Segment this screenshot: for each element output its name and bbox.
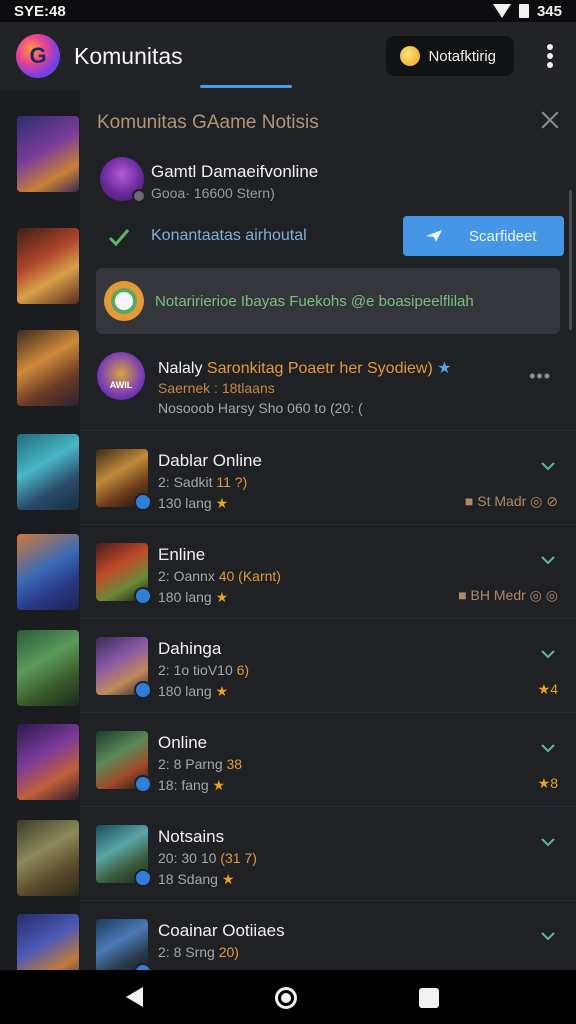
community-rail bbox=[0, 90, 80, 990]
item-meta: ■ BH Medr ◎ ◎ bbox=[458, 587, 558, 603]
item-title: Dahinga bbox=[158, 639, 222, 658]
notification-button[interactable]: Notafktirig bbox=[386, 36, 514, 76]
status-time: SYE:48 bbox=[14, 2, 66, 20]
battery-icon bbox=[518, 4, 529, 18]
item-line-2: 20: 30 10 (31 7) bbox=[158, 850, 257, 866]
rail-avatar[interactable] bbox=[17, 630, 79, 706]
verified-icon bbox=[134, 681, 152, 699]
item-title: Enline bbox=[158, 545, 206, 564]
avatar bbox=[100, 157, 146, 203]
item-title: Dablar Online bbox=[158, 451, 262, 470]
star-icon: ★ bbox=[437, 360, 452, 377]
scrollbar[interactable] bbox=[569, 190, 572, 330]
item-thumbnail bbox=[96, 731, 152, 793]
chevron-down-icon[interactable] bbox=[540, 743, 556, 753]
item-meta: ★4 bbox=[537, 681, 558, 697]
rail-avatar[interactable] bbox=[17, 534, 79, 610]
item-line-3: 180 lang ★ bbox=[158, 683, 229, 699]
item-thumbnail bbox=[96, 825, 152, 887]
status-bar: SYE:48 345 bbox=[0, 0, 576, 22]
chevron-down-icon[interactable] bbox=[540, 931, 556, 941]
action-row: Konantaatas airhoutal Scarfideet bbox=[108, 216, 564, 256]
item-line-3: 180 lang ★ bbox=[158, 589, 229, 605]
item-thumbnail bbox=[96, 543, 152, 605]
item-meta: ★8 bbox=[537, 775, 558, 791]
featured-detail: Nosooob Harsy Sho 060 to (20: ( bbox=[158, 400, 363, 416]
signal-icon bbox=[492, 4, 511, 18]
item-meta: ■ St Madr ◎ ⊘ bbox=[464, 493, 558, 509]
item-thumbnail bbox=[96, 449, 152, 511]
avatar-badge-text: AWIL bbox=[109, 380, 133, 390]
item-line-2: 2: 8 Srng 20) bbox=[158, 944, 239, 960]
banner-text: Notaririerioe Ibayas Fuekohs @e boasipee… bbox=[155, 293, 474, 310]
item-line-3: 18 Sdang ★ bbox=[158, 871, 235, 887]
send-icon bbox=[426, 230, 442, 242]
app-logo[interactable]: G bbox=[16, 34, 60, 78]
banner-icon bbox=[104, 281, 144, 321]
app-title: Komunitas bbox=[74, 42, 183, 69]
recents-icon[interactable] bbox=[419, 988, 439, 1008]
header-subtitle: Gooa· 16600 Stern) bbox=[151, 185, 275, 201]
panel-header-entry[interactable]: Gamtl Damaeifvonline Gooa· 16600 Stern) bbox=[100, 157, 560, 207]
rail-avatar[interactable] bbox=[17, 228, 79, 304]
item-thumbnail bbox=[96, 919, 152, 981]
rail-avatar[interactable] bbox=[17, 724, 79, 800]
list-item[interactable]: Enline 2: Oannx 40 (Karnt) 180 lang ★ ■ … bbox=[80, 524, 576, 618]
kebab-menu-icon[interactable] bbox=[546, 44, 554, 68]
item-line-2: 2: 1o tioV10 6) bbox=[158, 662, 250, 678]
status-dot bbox=[132, 189, 146, 203]
item-thumbnail bbox=[96, 637, 152, 699]
list-item[interactable]: Dablar Online 2: Sadkit 11 ?) 130 lang ★… bbox=[80, 430, 576, 524]
featured-subtitle: Saernek : 18tlaans bbox=[158, 380, 275, 396]
panel-title: Komunitas GAame Notisis bbox=[97, 112, 319, 133]
list-item[interactable]: Dahinga 2: 1o tioV10 6) 180 lang ★ ★4 bbox=[80, 618, 576, 712]
rail-avatar[interactable] bbox=[17, 820, 79, 896]
app-bar: G Komunitas Notafktirig bbox=[0, 22, 576, 90]
rail-avatar[interactable] bbox=[17, 116, 79, 192]
primary-action-label: Scarfideet bbox=[469, 227, 537, 245]
item-title: Coainar Ootiiaes bbox=[158, 921, 285, 940]
list-item[interactable]: Notsains 20: 30 10 (31 7) 18 Sdang ★ bbox=[80, 806, 576, 900]
home-icon[interactable] bbox=[275, 987, 297, 1009]
coin-icon bbox=[400, 46, 421, 66]
verified-icon bbox=[134, 587, 152, 605]
header-name: Gamtl Damaeifvonline bbox=[151, 162, 319, 181]
system-nav-bar bbox=[0, 970, 576, 1024]
avatar: AWIL bbox=[97, 352, 145, 400]
item-title: Online bbox=[158, 733, 208, 752]
info-banner[interactable]: Notaririerioe Ibayas Fuekohs @e boasipee… bbox=[96, 268, 560, 334]
status-icons: 345 bbox=[492, 2, 562, 20]
item-line-2: 2: Sadkit 11 ?) bbox=[158, 474, 248, 490]
featured-notification[interactable]: AWIL Nalaly Saronkitag Poaetr her Syodie… bbox=[97, 350, 567, 422]
notification-button-label: Notafktirig bbox=[428, 47, 496, 65]
list-item[interactable]: Online 2: 8 Parng 38 18: fang ★ ★8 bbox=[80, 712, 576, 806]
featured-title: Nalaly Saronkitag Poaetr her Syodiew) ★ bbox=[158, 360, 452, 377]
notification-panel: Komunitas GAame Notisis Gamtl Damaeifvon… bbox=[80, 90, 576, 981]
status-right-time: 345 bbox=[536, 2, 562, 20]
item-line-3: 18: fang ★ bbox=[158, 777, 226, 793]
rail-avatar[interactable] bbox=[17, 434, 79, 510]
back-icon[interactable] bbox=[126, 987, 143, 1007]
chevron-down-icon[interactable] bbox=[540, 555, 556, 565]
chevron-down-icon[interactable] bbox=[540, 649, 556, 659]
close-icon[interactable] bbox=[538, 108, 562, 132]
more-icon[interactable]: ••• bbox=[529, 366, 551, 387]
item-line-2: 2: 8 Parng 38 bbox=[158, 756, 243, 772]
rail-avatar[interactable] bbox=[17, 330, 79, 406]
action-text: Konantaatas airhoutal bbox=[151, 227, 307, 244]
verified-icon bbox=[134, 775, 152, 793]
primary-action-button[interactable]: Scarfideet bbox=[403, 216, 564, 256]
chevron-down-icon[interactable] bbox=[540, 837, 556, 847]
item-line-2: 2: Oannx 40 (Karnt) bbox=[158, 568, 281, 584]
verified-icon bbox=[134, 869, 152, 887]
item-line-3: 130 lang ★ bbox=[158, 495, 229, 511]
item-title: Notsains bbox=[158, 827, 225, 846]
check-icon bbox=[108, 229, 130, 247]
verified-icon bbox=[134, 493, 152, 511]
tab-indicator bbox=[200, 85, 292, 88]
chevron-down-icon[interactable] bbox=[540, 461, 556, 471]
